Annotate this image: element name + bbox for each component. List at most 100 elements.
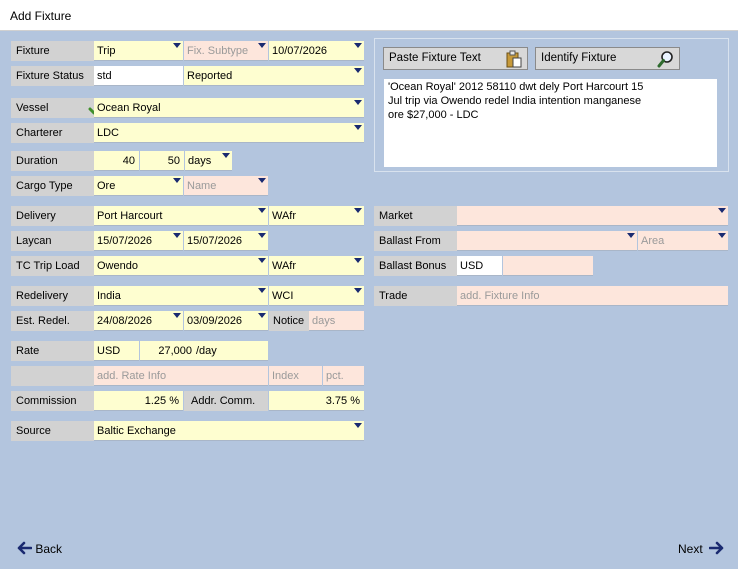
charterer-select[interactable]: LDC (94, 123, 364, 143)
fixture-text-panel: Paste Fixture Text Identify Fixture 'Oce… (374, 38, 729, 172)
ballast-area-placeholder: Area (641, 235, 665, 247)
vessel-label-text: Vessel (16, 102, 49, 114)
fixture-date-picker[interactable]: 10/07/2026 (269, 41, 364, 61)
addr-comm-label: Addr. Comm. (184, 391, 268, 411)
source-value: Baltic Exchange (97, 425, 176, 437)
fixture-subtype-select[interactable]: Fix. Subtype (184, 41, 268, 61)
ballast-bonus-amount-input[interactable] (503, 256, 593, 276)
fixture-status-code-input[interactable]: std (94, 66, 183, 86)
fixture-type-select[interactable]: Trip (94, 41, 183, 61)
back-label: Back (35, 542, 63, 556)
rate-index-input[interactable]: Index (269, 366, 322, 386)
laycan-from-picker[interactable]: 15/07/2026 (94, 231, 183, 251)
trade-input[interactable]: add. Fixture Info (457, 286, 728, 306)
vessel-select[interactable]: Ocean Royal (94, 98, 364, 118)
paste-fixture-text-button[interactable]: Paste Fixture Text (383, 47, 528, 70)
addr-comm-input[interactable]: 3.75 % (269, 391, 364, 411)
market-label: Market (374, 206, 457, 226)
chevron-down-icon (354, 125, 362, 130)
rate-amount-input[interactable]: 27,000 /day (140, 341, 268, 361)
addr-comm-value: 3.75 % (325, 395, 360, 407)
rate-index-placeholder: Index (272, 370, 299, 382)
rate-pct-placeholder: pct. (326, 370, 344, 382)
next-label: Next (678, 542, 703, 556)
cargo-name-select[interactable]: Name (184, 176, 268, 196)
duration-min-value: 40 (122, 155, 135, 167)
chevron-down-icon (258, 313, 266, 318)
commission-value: 1.25 % (144, 395, 179, 407)
notice-days-placeholder: days (312, 315, 336, 327)
charterer-value: LDC (97, 127, 120, 139)
duration-unit-value: days (188, 155, 212, 167)
rate-info-placeholder: add. Rate Info (97, 370, 167, 382)
chevron-down-icon (354, 208, 362, 213)
identify-fixture-button[interactable]: Identify Fixture (535, 47, 680, 70)
duration-min-input[interactable]: 40 (94, 151, 139, 171)
chevron-down-icon (354, 100, 362, 105)
fixture-text-area[interactable]: 'Ocean Royal' 2012 58110 dwt dely Port H… (384, 79, 717, 167)
add-fixture-window: Add Fixture Fixture Trip Fix. Subtype 10… (0, 0, 738, 569)
ballast-bonus-currency-input[interactable]: USD (457, 256, 502, 276)
title-bar: Add Fixture (0, 0, 738, 31)
ballast-from-select[interactable] (457, 231, 637, 251)
fixture-status-code-value: std (97, 70, 112, 82)
rate-pct-input[interactable]: pct. (323, 366, 364, 386)
fixture-date-value: 10/07/2026 (272, 45, 328, 57)
delivery-area-value: WAfr (272, 210, 297, 222)
redelivery-port-select[interactable]: India (94, 286, 268, 306)
charterer-label: Charterer (11, 123, 94, 143)
duration-label: Duration (11, 151, 94, 171)
cargo-type-select[interactable]: Ore (94, 176, 183, 196)
laycan-label: Laycan (11, 231, 94, 251)
source-select[interactable]: Baltic Exchange (94, 421, 364, 441)
duration-unit-select[interactable]: days (185, 151, 232, 171)
fixture-status-label: Fixture Status (11, 66, 94, 86)
delivery-port-value: Port Harcourt (97, 210, 163, 222)
notice-days-input[interactable]: days (309, 311, 364, 331)
chevron-down-icon (173, 233, 181, 238)
tc-trip-load-area-value: WAfr (272, 260, 297, 272)
fixture-label: Fixture (11, 41, 94, 61)
fixture-type-value: Trip (97, 45, 116, 57)
tc-trip-load-area-select[interactable]: WAfr (269, 256, 364, 276)
redelivery-area-select[interactable]: WCI (269, 286, 364, 306)
delivery-port-select[interactable]: Port Harcourt (94, 206, 268, 226)
rate-info-input[interactable]: add. Rate Info (94, 366, 268, 386)
next-button[interactable]: Next (678, 540, 725, 558)
duration-max-input[interactable]: 50 (140, 151, 184, 171)
vessel-value: Ocean Royal (97, 102, 161, 114)
chevron-down-icon (173, 43, 181, 48)
est-redel-from-picker[interactable]: 24/08/2026 (94, 311, 183, 331)
vessel-label: Vessel (11, 98, 94, 118)
tc-trip-load-port-value: Owendo (97, 260, 138, 272)
rate-currency-value: USD (97, 345, 121, 357)
chevron-down-icon (718, 208, 726, 213)
ballast-bonus-currency-value: USD (460, 260, 484, 272)
redelivery-area-value: WCI (272, 290, 294, 302)
window-title: Add Fixture (10, 9, 72, 23)
cargo-name-placeholder: Name (187, 180, 217, 192)
laycan-from-value: 15/07/2026 (97, 235, 153, 247)
chevron-down-icon (354, 423, 362, 428)
chevron-down-icon (173, 313, 181, 318)
chevron-down-icon (258, 43, 266, 48)
chevron-down-icon (258, 258, 266, 263)
redelivery-label: Redelivery (11, 286, 94, 306)
chevron-down-icon (258, 233, 266, 238)
notice-label: Notice (269, 311, 309, 331)
tc-trip-load-port-select[interactable]: Owendo (94, 256, 268, 276)
back-button[interactable]: Back (16, 540, 62, 558)
rate-currency-input[interactable]: USD (94, 341, 139, 361)
market-select[interactable] (457, 206, 728, 226)
delivery-area-select[interactable]: WAfr (269, 206, 364, 226)
ballast-from-label: Ballast From (374, 231, 457, 251)
trade-label: Trade (374, 286, 457, 306)
ballast-area-select[interactable]: Area (638, 231, 728, 251)
chevron-down-icon (173, 178, 181, 183)
commission-input[interactable]: 1.25 % (94, 391, 183, 411)
rate-label: Rate (11, 341, 94, 361)
laycan-to-picker[interactable]: 15/07/2026 (184, 231, 268, 251)
fixture-status-select[interactable]: Reported (184, 66, 364, 86)
est-redel-to-picker[interactable]: 03/09/2026 (184, 311, 268, 331)
est-redel-to-value: 03/09/2026 (187, 315, 243, 327)
